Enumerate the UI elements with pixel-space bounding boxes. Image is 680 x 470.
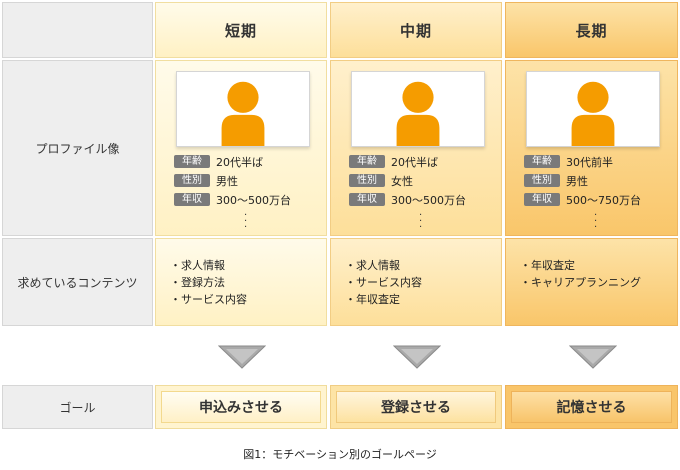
row-label-contents: 求めているコンテンツ — [2, 238, 153, 326]
income-badge: 年収 — [524, 193, 560, 206]
goal-short-label: 申込みさせる — [199, 400, 283, 416]
profile-age-row: 年齢 20代半ば — [349, 154, 438, 169]
more-dots-icon: · · · — [594, 210, 598, 233]
more-dots-icon: · · · — [419, 210, 423, 233]
age-badge: 年齢 — [349, 155, 385, 168]
row-label-profile: プロファイル像 — [2, 60, 153, 236]
row-label-profile-text: プロファイル像 — [35, 141, 120, 156]
goal-box-short: 申込みさせる — [155, 385, 327, 429]
income-badge: 年収 — [174, 193, 210, 206]
goal-mid-button[interactable]: 登録させる — [336, 391, 496, 423]
age-badge: 年齢 — [524, 155, 560, 168]
person-silhouette-icon — [396, 81, 440, 146]
contents-cell-long: 年収査定 キャリアプランニング — [505, 238, 678, 326]
header-mid-term: 中期 — [330, 2, 502, 58]
profile-gender-row: 性別 女性 — [349, 173, 413, 188]
header-empty-cell — [2, 2, 153, 58]
list-item: キャリアプランニング — [520, 274, 641, 291]
gender-badge: 性別 — [349, 174, 385, 187]
goal-short-button[interactable]: 申込みさせる — [161, 391, 321, 423]
profile-photo-frame — [176, 71, 310, 147]
header-long-term-label: 長期 — [575, 21, 608, 40]
down-triangle-icon — [569, 345, 617, 369]
profile-gender-value: 男性 — [566, 174, 588, 188]
gender-badge: 性別 — [524, 174, 560, 187]
profile-age-value: 30代前半 — [566, 155, 613, 169]
profile-income-row: 年収 300～500万台 — [349, 192, 466, 207]
profile-gender-value: 男性 — [216, 174, 238, 188]
person-silhouette-icon — [221, 81, 265, 146]
profile-card-long: 年齢 30代前半 性別 男性 年収 500～750万台 · · · — [505, 60, 678, 236]
row-label-goal: ゴール — [2, 385, 153, 429]
profile-income-value: 300～500万台 — [216, 193, 291, 207]
list-item: 年収査定 — [345, 291, 422, 308]
age-badge: 年齢 — [174, 155, 210, 168]
profile-gender-row: 性別 男性 — [174, 173, 238, 188]
header-short-term-label: 短期 — [224, 21, 257, 40]
goal-mid-label: 登録させる — [381, 400, 451, 416]
profile-gender-row: 性別 男性 — [524, 173, 588, 188]
list-item: 年収査定 — [520, 257, 641, 274]
more-dots-icon: · · · — [244, 210, 248, 233]
contents-list: 年収査定 キャリアプランニング — [520, 257, 641, 291]
profile-age-value: 20代半ば — [216, 155, 263, 169]
profile-photo-frame — [526, 71, 660, 147]
profile-income-value: 500～750万台 — [566, 193, 641, 207]
list-item: 登録方法 — [170, 274, 247, 291]
profile-age-value: 20代半ば — [391, 155, 438, 169]
contents-cell-short: 求人情報 登録方法 サービス内容 — [155, 238, 327, 326]
list-item: 求人情報 — [345, 257, 422, 274]
contents-list: 求人情報 サービス内容 年収査定 — [345, 257, 422, 308]
contents-list: 求人情報 登録方法 サービス内容 — [170, 257, 247, 308]
profile-age-row: 年齢 30代前半 — [524, 154, 613, 169]
contents-cell-mid: 求人情報 サービス内容 年収査定 — [330, 238, 502, 326]
list-item: サービス内容 — [170, 291, 247, 308]
list-item: 求人情報 — [170, 257, 247, 274]
profile-gender-value: 女性 — [391, 174, 413, 188]
profile-income-row: 年収 300～500万台 — [174, 192, 291, 207]
row-label-contents-text: 求めているコンテンツ — [17, 275, 138, 290]
header-mid-term-label: 中期 — [399, 21, 432, 40]
profile-income-row: 年収 500～750万台 — [524, 192, 641, 207]
profile-age-row: 年齢 20代半ば — [174, 154, 263, 169]
income-badge: 年収 — [349, 193, 385, 206]
gender-badge: 性別 — [174, 174, 210, 187]
row-label-goal-text: ゴール — [59, 400, 96, 415]
goal-box-long: 記憶させる — [505, 385, 678, 429]
figure-caption: 図1：モチベーション別のゴールページ — [243, 448, 437, 461]
header-short-term: 短期 — [155, 2, 327, 58]
profile-photo-frame — [351, 71, 485, 147]
goal-long-button[interactable]: 記憶させる — [511, 391, 672, 423]
down-triangle-icon — [393, 345, 441, 369]
person-silhouette-icon — [571, 81, 615, 146]
goal-box-mid: 登録させる — [330, 385, 502, 429]
goal-long-label: 記憶させる — [556, 400, 627, 416]
profile-income-value: 300～500万台 — [391, 193, 466, 207]
profile-card-mid: 年齢 20代半ば 性別 女性 年収 300～500万台 · · · — [330, 60, 502, 236]
down-triangle-icon — [218, 345, 266, 369]
list-item: サービス内容 — [345, 274, 422, 291]
profile-card-short: 年齢 20代半ば 性別 男性 年収 300～500万台 · · · — [155, 60, 327, 236]
header-long-term: 長期 — [505, 2, 678, 58]
